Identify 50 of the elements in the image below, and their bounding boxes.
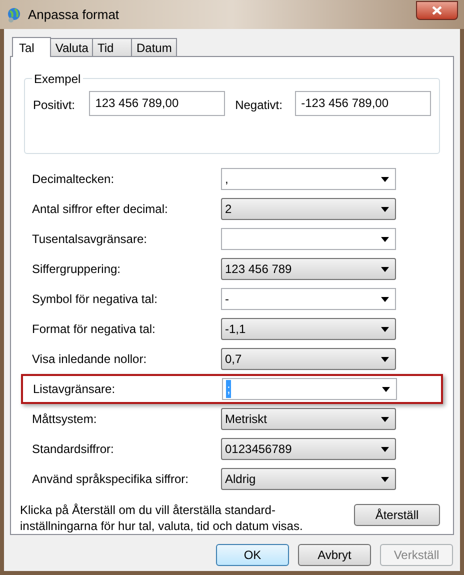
reset-hint: Klicka på Återställ om du vill återställa standard-inställningarna för hur tal, valuta, tid och datum visas. bbox=[20, 502, 304, 534]
dialog-button[interactable]: Avbryt bbox=[298, 544, 371, 566]
tab[interactable]: Valuta bbox=[50, 38, 94, 56]
combo-value: - bbox=[225, 291, 229, 308]
combo-box[interactable]: - bbox=[221, 288, 396, 310]
globe-icon bbox=[6, 6, 22, 22]
close-icon bbox=[432, 6, 442, 15]
caret-icon bbox=[381, 476, 389, 482]
setting-label: Tusentalsavgränsare: bbox=[32, 231, 148, 248]
setting-label: Symbol för negativa tal: bbox=[32, 291, 158, 308]
setting-label: Standardsiffror: bbox=[32, 441, 115, 458]
combo-value: , bbox=[225, 171, 228, 188]
dropdown[interactable]: Aldrig bbox=[221, 468, 396, 490]
dropdown[interactable]: Metriskt bbox=[221, 408, 396, 430]
caret-icon bbox=[381, 356, 389, 362]
field-label: Negativt: bbox=[235, 97, 284, 114]
setting-label: Listavgränsare: bbox=[33, 381, 116, 398]
dropdown[interactable]: 0,7 bbox=[221, 348, 396, 370]
caret-icon bbox=[381, 326, 389, 332]
setting-label: Använd språkspecifika siffror: bbox=[32, 471, 190, 488]
setting-label: Måttsystem: bbox=[32, 411, 98, 428]
close-button[interactable] bbox=[416, 1, 458, 20]
window-title: Anpassa format bbox=[28, 6, 120, 24]
caret-icon bbox=[381, 266, 389, 272]
dropdown[interactable]: 2 bbox=[221, 198, 396, 220]
caret-icon bbox=[381, 176, 389, 182]
field-label: Positivt: bbox=[33, 97, 76, 114]
negative-field[interactable]: -123 456 789,00 bbox=[295, 91, 431, 116]
caret-icon bbox=[381, 236, 389, 242]
dialog-button[interactable]: OK bbox=[216, 544, 289, 566]
reset-button[interactable]: Återställ bbox=[354, 504, 440, 526]
tab[interactable]: Tid bbox=[92, 38, 132, 56]
caret-icon bbox=[381, 206, 389, 212]
dropdown[interactable]: 0123456789 bbox=[221, 438, 396, 460]
setting-label: Visa inledande nollor: bbox=[32, 351, 148, 368]
tab[interactable]: Datum bbox=[131, 38, 177, 56]
dropdown[interactable]: 123 456 789 bbox=[221, 258, 396, 280]
combo-value: ; bbox=[226, 380, 232, 398]
caret-icon bbox=[381, 416, 389, 422]
setting-label: Antal siffror efter decimal: bbox=[32, 201, 169, 218]
caret-icon bbox=[382, 386, 390, 392]
setting-label: Decimaltecken: bbox=[32, 171, 116, 188]
tab[interactable]: Tal bbox=[12, 37, 52, 57]
setting-label: Siffergruppering: bbox=[32, 261, 122, 278]
positive-field[interactable]: 123 456 789,00 bbox=[89, 91, 226, 116]
combo-box[interactable]: , bbox=[221, 168, 396, 190]
setting-label: Format för negativa tal: bbox=[32, 321, 156, 338]
dropdown[interactable]: -1,1 bbox=[221, 318, 396, 340]
caret-icon bbox=[381, 446, 389, 452]
caret-icon bbox=[381, 296, 389, 302]
